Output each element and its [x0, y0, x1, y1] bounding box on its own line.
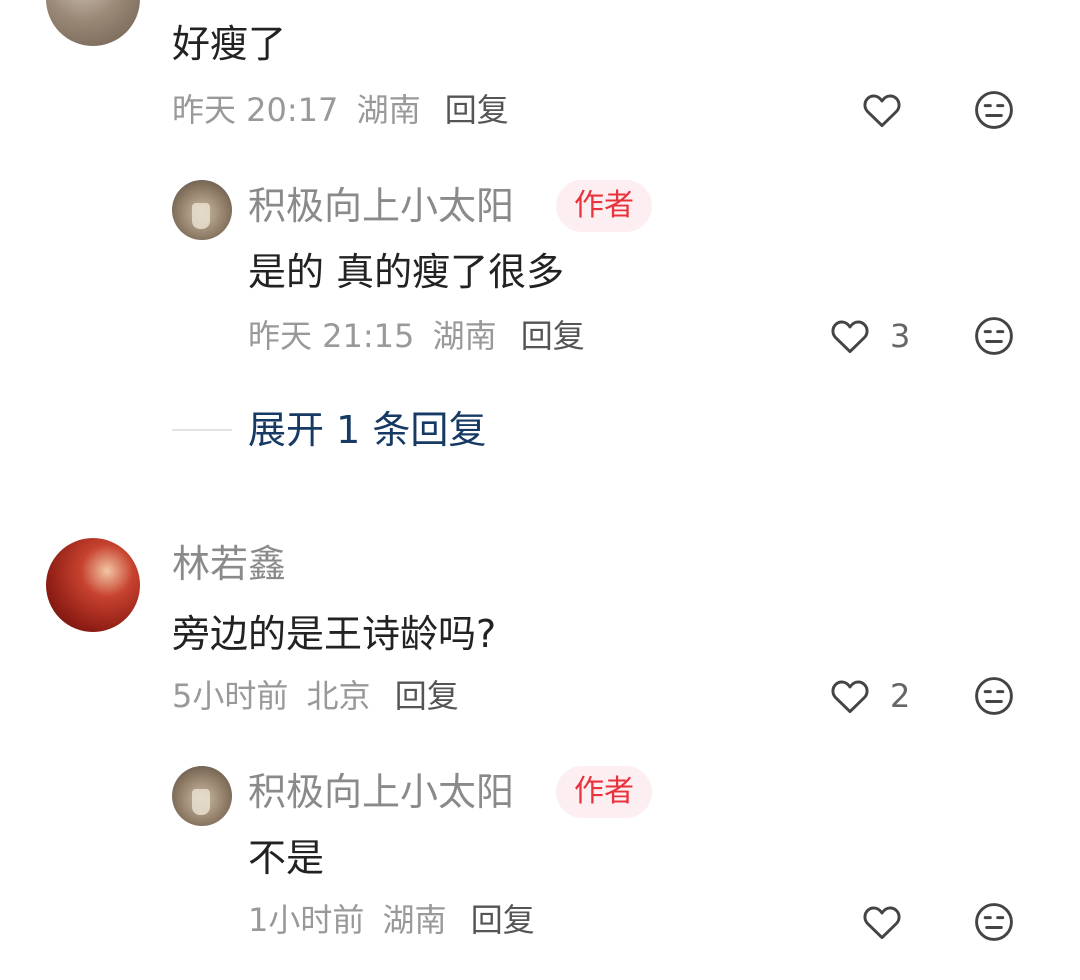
dislike-button[interactable]	[972, 674, 1016, 718]
heart-outline-icon	[831, 320, 869, 354]
commenter-avatar[interactable]	[46, 538, 140, 632]
reply-button[interactable]: 回复	[471, 901, 535, 939]
comment-time: 5小时前	[172, 677, 289, 715]
comment-meta: 昨天 20:17 湖南 回复	[172, 90, 509, 130]
replier-avatar[interactable]	[172, 766, 232, 826]
comment-meta: 5小时前 北京 回复	[172, 676, 459, 716]
meh-face-icon	[975, 903, 1013, 941]
heart-outline-icon	[831, 680, 869, 714]
comment-text: 好瘦了	[172, 22, 287, 66]
expand-replies-button[interactable]: 展开 1 条回复	[248, 408, 486, 452]
like-button[interactable]	[828, 674, 872, 718]
comment-location: 北京	[306, 677, 371, 715]
expand-divider	[172, 429, 232, 431]
reply-meta: 昨天 21:15 湖南 回复	[248, 316, 585, 356]
reply-time: 1小时前	[248, 901, 365, 939]
like-button[interactable]	[860, 900, 904, 944]
meh-face-icon	[975, 677, 1013, 715]
like-count: 3	[890, 317, 911, 355]
comment-time: 昨天 20:17	[172, 91, 339, 129]
reply-button[interactable]: 回复	[395, 677, 459, 715]
commenter-avatar[interactable]	[46, 0, 140, 46]
reply-text: 不是	[248, 836, 325, 880]
reply-location: 湖南	[432, 317, 497, 355]
comment-text: 旁边的是王诗龄吗?	[172, 612, 497, 656]
like-button[interactable]	[860, 88, 904, 132]
meh-face-icon	[975, 91, 1013, 129]
reply-location: 湖南	[382, 901, 447, 939]
reply-button[interactable]: 回复	[445, 91, 509, 129]
like-button[interactable]	[828, 314, 872, 358]
reply-text: 是的 真的瘦了很多	[248, 250, 565, 294]
reply-time: 昨天 21:15	[248, 317, 415, 355]
reply-meta: 1小时前 湖南 回复	[248, 900, 535, 940]
reply-button[interactable]: 回复	[521, 317, 585, 355]
like-count: 2	[890, 677, 911, 715]
reply-item: 积极向上小太阳 作者 是的 真的瘦了很多 昨天 21:15 湖南 回复 3	[0, 170, 1080, 370]
reply-item: 积极向上小太阳 作者 不是 1小时前 湖南 回复	[0, 762, 1080, 962]
meh-face-icon	[975, 317, 1013, 355]
reply-username[interactable]: 积极向上小太阳	[248, 184, 514, 228]
comment-username[interactable]: 林若鑫	[172, 542, 286, 586]
author-badge: 作者	[556, 180, 652, 232]
dislike-button[interactable]	[972, 88, 1016, 132]
reply-username[interactable]: 积极向上小太阳	[248, 770, 514, 814]
comment-item: 林若鑫 旁边的是王诗龄吗? 5小时前 北京 回复 2 积极向上小太阳 作者 不是…	[0, 530, 1080, 980]
replier-avatar[interactable]	[172, 180, 232, 240]
comment-location: 湖南	[356, 91, 421, 129]
heart-outline-icon	[863, 906, 901, 940]
author-badge: 作者	[556, 766, 652, 818]
dislike-button[interactable]	[972, 314, 1016, 358]
comment-item: 好瘦了 昨天 20:17 湖南 回复 积极向上小太阳 作者 是的 真的瘦了很多 …	[0, 0, 1080, 480]
heart-outline-icon	[863, 94, 901, 128]
dislike-button[interactable]	[972, 900, 1016, 944]
